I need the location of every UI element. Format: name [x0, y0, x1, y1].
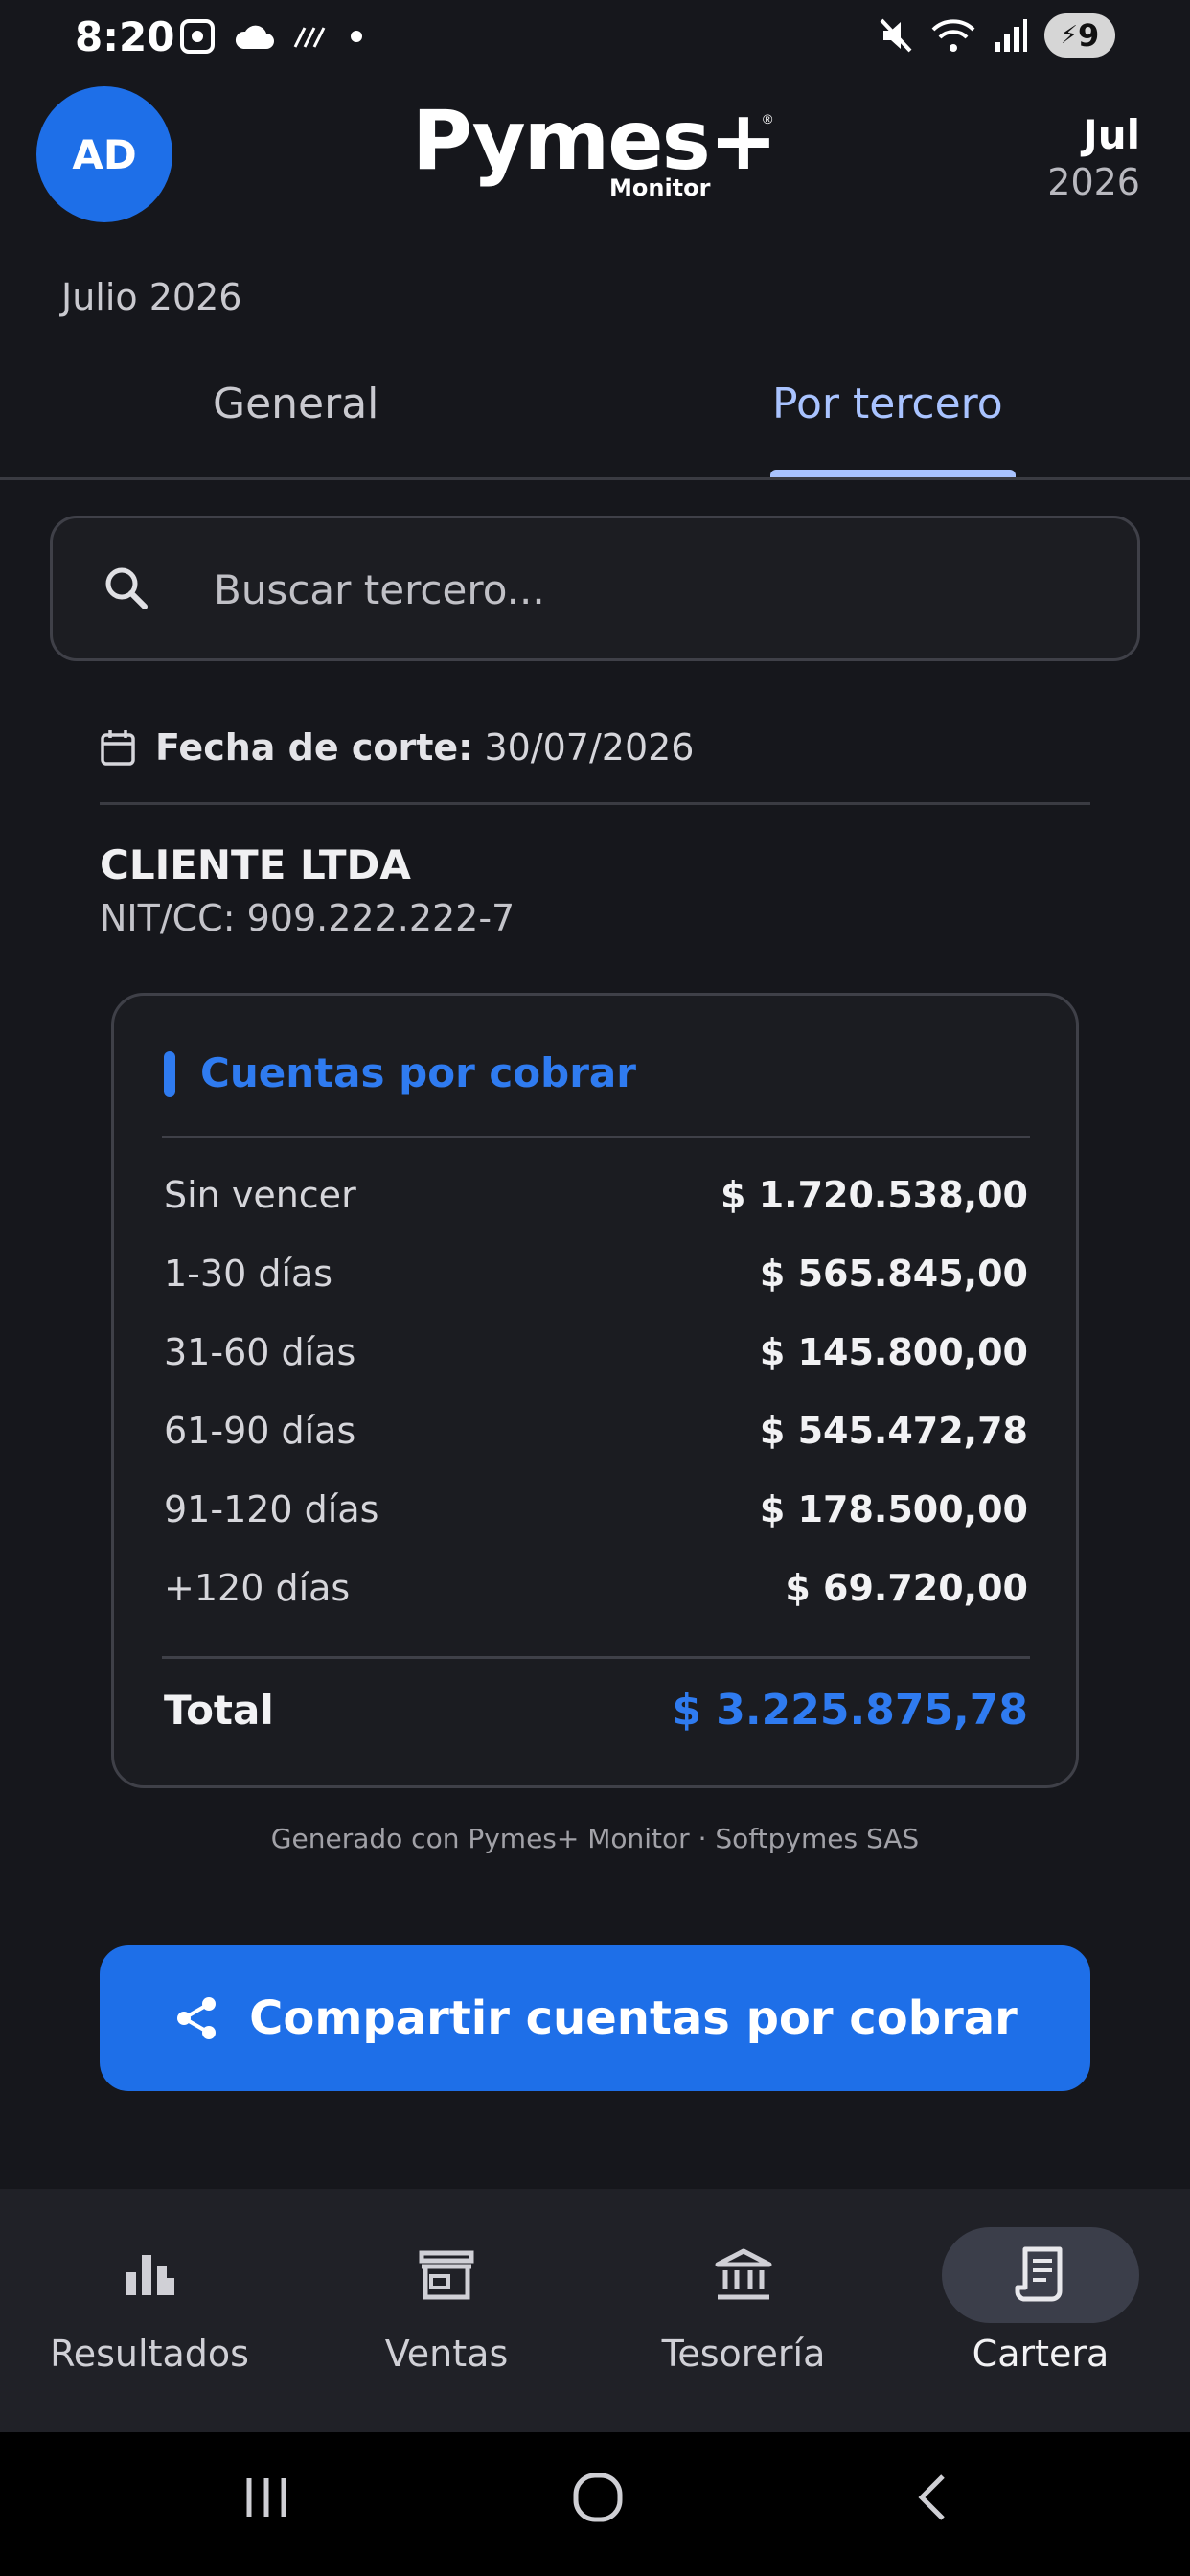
nav-item-resultados[interactable]: Resultados	[34, 2227, 264, 2375]
aging-value: $ 545.472,78	[759, 1410, 1028, 1452]
aging-value: $ 145.800,00	[759, 1331, 1028, 1373]
logo-registered: ®	[763, 111, 773, 126]
nav-icon-container	[348, 2227, 545, 2323]
footer-note: Generado con Pymes+ Monitor · Softpymes …	[270, 1823, 920, 1854]
card-accent-bar	[164, 1051, 175, 1097]
charging-icon: ⚡	[1060, 21, 1078, 50]
card-divider-bottom	[162, 1656, 1030, 1659]
nav-icon-container	[645, 2227, 842, 2323]
total-value: $ 3.225.875,78	[672, 1686, 1028, 1735]
aging-row: 1-30 días $ 565.845,00	[164, 1253, 1028, 1295]
nav-icon-container	[942, 2227, 1139, 2323]
logo-sub: Monitor	[609, 174, 711, 201]
aging-label: 1-30 días	[164, 1253, 333, 1295]
wifi-icon	[931, 19, 975, 52]
nav-label: Tesorería	[661, 2333, 826, 2375]
share-receivables-button[interactable]: Compartir cuentas por cobrar	[100, 1945, 1090, 2091]
nav-label: Cartera	[972, 2333, 1110, 2375]
card-title: Cuentas por cobrar	[200, 1049, 636, 1096]
period-year[interactable]: 2026	[1047, 161, 1140, 203]
back-icon[interactable]	[906, 2471, 960, 2524]
nav-label: Resultados	[50, 2333, 249, 2375]
share-button-label: Compartir cuentas por cobrar	[249, 1991, 1018, 2045]
aging-row: 61-90 días $ 545.472,78	[164, 1410, 1028, 1452]
total-row: Total $ 3.225.875,78	[164, 1686, 1028, 1735]
bank-icon	[715, 2248, 772, 2300]
storefront-icon	[419, 2250, 474, 2300]
nav-item-ventas[interactable]: Ventas	[332, 2227, 561, 2375]
signal-icon	[995, 19, 1027, 52]
tab-general[interactable]: General	[213, 380, 378, 428]
avatar[interactable]: AD	[36, 86, 172, 222]
cutoff-date: Fecha de corte: 30/07/2026	[100, 726, 694, 769]
aging-label: +120 días	[164, 1567, 351, 1609]
cutoff-label: Fecha de corte:	[155, 726, 473, 769]
aging-row: 91-120 días $ 178.500,00	[164, 1488, 1028, 1530]
cutoff-date-value: 30/07/2026	[484, 726, 695, 769]
nav-icon-container	[51, 2227, 248, 2323]
period-subtitle: Julio 2026	[61, 276, 242, 318]
aging-row: +120 días $ 69.720,00	[164, 1567, 1028, 1609]
nav-item-tesoreria[interactable]: Tesorería	[629, 2227, 858, 2375]
cloud-icon	[235, 25, 274, 49]
system-nav-bar	[0, 2432, 1190, 2576]
tab-por-tercero[interactable]: Por tercero	[772, 380, 1003, 428]
aging-value: $ 178.500,00	[759, 1488, 1028, 1530]
status-icons-right: ⚡ 9	[876, 13, 1115, 58]
receivables-card: Cuentas por cobrar Sin vencer $ 1.720.53…	[111, 993, 1079, 1788]
aging-label: Sin vencer	[164, 1174, 356, 1216]
share-icon	[177, 1997, 217, 2039]
aging-value: $ 1.720.538,00	[721, 1174, 1028, 1216]
period-month[interactable]: Jul	[1083, 111, 1140, 158]
tab-divider	[0, 477, 1190, 480]
aging-value: $ 69.720,00	[785, 1567, 1028, 1609]
app-logo: Pymes+ Monitor ®	[412, 100, 814, 205]
home-icon[interactable]	[571, 2471, 625, 2524]
aging-row: Sin vencer $ 1.720.538,00	[164, 1174, 1028, 1216]
status-icons-left	[178, 17, 366, 56]
section-divider	[100, 802, 1090, 805]
bottom-nav: Resultados Ventas Tesorería Cartera	[0, 2189, 1190, 2432]
client-nit: NIT/CC: 909.222.222-7	[100, 897, 515, 939]
mute-icon	[880, 18, 912, 53]
recent-apps-icon[interactable]	[240, 2471, 293, 2524]
card-divider-top	[162, 1136, 1030, 1138]
search-input[interactable]	[214, 559, 1076, 620]
network-activity-icon	[293, 27, 326, 48]
nav-label: Ventas	[384, 2333, 509, 2375]
screenshot-icon	[180, 19, 215, 54]
battery-level: 9	[1078, 17, 1100, 54]
nav-item-cartera[interactable]: Cartera	[926, 2227, 1156, 2375]
aging-label: 61-90 días	[164, 1410, 356, 1452]
calendar-icon	[101, 730, 135, 766]
total-label: Total	[164, 1687, 274, 1734]
search-icon	[105, 567, 148, 610]
aging-label: 31-60 días	[164, 1331, 356, 1373]
notification-dot-icon	[351, 31, 362, 42]
aging-value: $ 565.845,00	[759, 1253, 1028, 1295]
client-name: CLIENTE LTDA	[100, 841, 411, 888]
logo-main: Pymes+	[412, 93, 778, 189]
aging-label: 91-120 días	[164, 1488, 379, 1530]
battery-indicator: ⚡ 9	[1044, 13, 1115, 58]
aging-row: 31-60 días $ 145.800,00	[164, 1331, 1028, 1373]
receipt-icon	[1015, 2246, 1063, 2302]
bar-chart-icon	[126, 2255, 174, 2295]
status-time: 8:20	[75, 13, 175, 60]
search-box[interactable]	[50, 516, 1140, 661]
